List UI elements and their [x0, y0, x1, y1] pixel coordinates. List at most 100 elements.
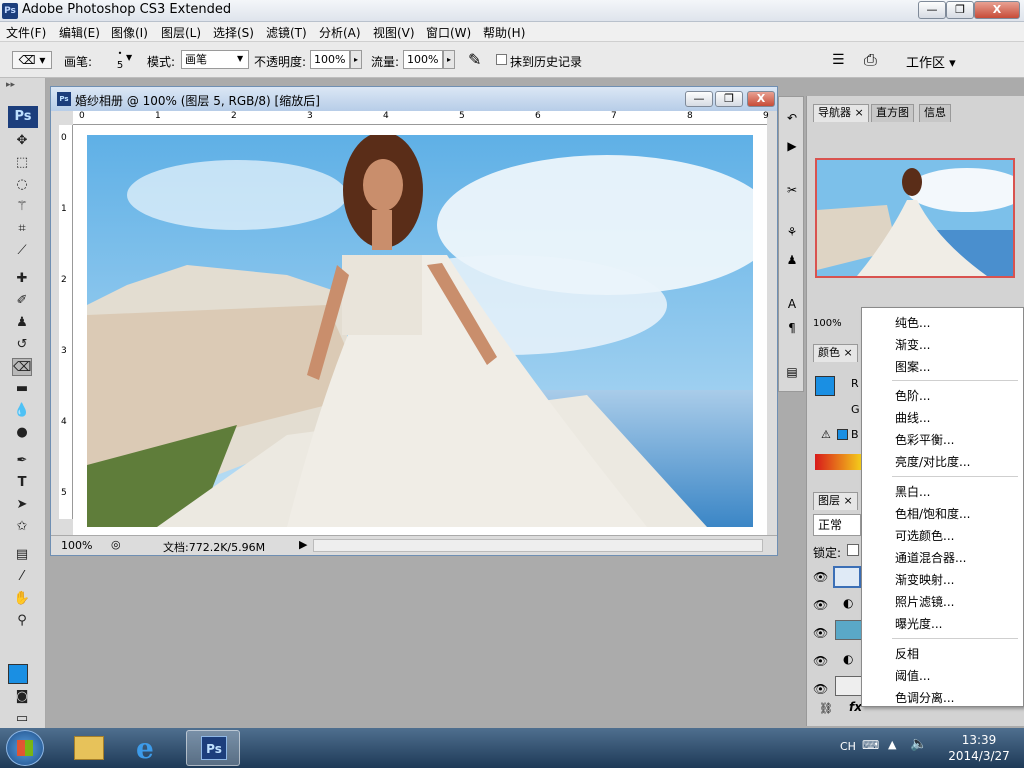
menu-item-hue-saturation[interactable]: 色相/饱和度...: [895, 505, 971, 522]
history-brush-icon[interactable]: ↺: [12, 336, 32, 354]
crop-tool-icon[interactable]: ⌗: [12, 220, 32, 238]
healing-brush-icon[interactable]: ✚: [12, 270, 32, 288]
notes-tool-icon[interactable]: ▤: [12, 546, 32, 564]
zoom-tool-icon[interactable]: ⚲: [12, 612, 32, 630]
menu-view[interactable]: 视图(V): [373, 24, 415, 41]
taskbar-ie[interactable]: e: [124, 730, 178, 766]
slice-tool-icon[interactable]: ⟋: [12, 242, 32, 260]
gamut-warning-icon[interactable]: ⚠: [821, 428, 831, 441]
status-menu-arrow-icon[interactable]: ▶: [299, 538, 307, 551]
flow-slider-button[interactable]: ▸: [443, 50, 455, 69]
layer-visibility-icon[interactable]: 👁: [813, 682, 828, 696]
menu-item-channel-mixer[interactable]: 通道混合器...: [895, 549, 966, 566]
foreground-color-swatch[interactable]: [8, 664, 28, 684]
screen-mode-icon[interactable]: ▭: [12, 710, 32, 728]
menu-window[interactable]: 窗口(W): [426, 24, 471, 41]
menu-select[interactable]: 选择(S): [213, 24, 254, 41]
menu-item-threshold[interactable]: 阈值...: [895, 667, 930, 684]
system-clock[interactable]: 13:39 2014/3/27: [944, 732, 1014, 764]
menu-item-black-white[interactable]: 黑白...: [895, 483, 930, 500]
clone-source-icon[interactable]: ♟: [783, 251, 801, 269]
doc-minimize-button[interactable]: —: [685, 91, 713, 107]
web-color-swatch[interactable]: [837, 429, 848, 440]
menu-image[interactable]: 图像(I): [111, 24, 148, 41]
layer-thumbnail-active[interactable]: [833, 566, 861, 588]
history-panel-icon[interactable]: ↶: [783, 109, 801, 127]
menu-analysis[interactable]: 分析(A): [319, 24, 361, 41]
layer-visibility-icon[interactable]: 👁: [813, 654, 828, 668]
history-checkbox[interactable]: [496, 54, 507, 65]
type-tool-icon[interactable]: T: [12, 474, 32, 492]
character-panel-icon[interactable]: A: [783, 295, 801, 313]
doc-restore-button[interactable]: ❐: [715, 91, 743, 107]
tab-histogram[interactable]: 直方图: [871, 104, 914, 122]
layer-comps-icon[interactable]: ▤: [783, 363, 801, 381]
menu-filter[interactable]: 滤镜(T): [266, 24, 307, 41]
layer-visibility-icon[interactable]: 👁: [813, 598, 828, 612]
eraser-preset-icon[interactable]: ⌫ ▾: [12, 51, 52, 69]
menu-item-selective-color[interactable]: 可选颜色...: [895, 527, 954, 544]
brush-tool-icon[interactable]: ✐: [12, 292, 32, 310]
shape-tool-icon[interactable]: ✩: [12, 518, 32, 536]
airbrush-icon[interactable]: ✎: [468, 50, 481, 69]
workspace-menu[interactable]: 工作区 ▾: [906, 52, 956, 71]
taskbar-explorer[interactable]: [62, 730, 116, 766]
close-button[interactable]: X: [974, 1, 1020, 19]
start-button[interactable]: [6, 730, 44, 766]
menu-item-exposure[interactable]: 曝光度...: [895, 615, 942, 632]
link-layers-icon[interactable]: ⛓: [819, 702, 833, 715]
taskbar-photoshop[interactable]: Ps: [186, 730, 240, 766]
menu-item-brightness-contrast[interactable]: 亮度/对比度...: [895, 453, 971, 470]
status-options-icon[interactable]: ◎: [111, 538, 121, 551]
layer-visibility-icon[interactable]: 👁: [813, 626, 828, 640]
quick-mask-icon[interactable]: ◙: [12, 688, 32, 706]
navigator-preview[interactable]: [815, 158, 1015, 278]
menu-item-solid-color[interactable]: 纯色...: [895, 314, 930, 331]
lasso-tool-icon[interactable]: ◌: [12, 176, 32, 194]
adjustment-layer-icon[interactable]: ◐: [843, 596, 853, 610]
image-canvas[interactable]: [87, 135, 753, 527]
menu-item-gradient[interactable]: 渐变...: [895, 336, 930, 353]
adjustment-layer-icon[interactable]: ◐: [843, 652, 853, 666]
opacity-slider-button[interactable]: ▸: [350, 50, 362, 69]
path-select-icon[interactable]: ➤: [12, 496, 32, 514]
tab-info[interactable]: 信息: [919, 104, 951, 122]
brush-dropdown-icon[interactable]: ▼: [126, 53, 132, 62]
opacity-input[interactable]: 100%: [310, 50, 350, 69]
brushes-panel-icon[interactable]: ⚘: [783, 223, 801, 241]
menu-item-levels[interactable]: 色阶...: [895, 387, 930, 404]
blend-mode-select[interactable]: 正常: [813, 514, 861, 536]
actions-panel-icon[interactable]: ▶: [783, 137, 801, 155]
menu-item-pattern[interactable]: 图案...: [895, 358, 930, 375]
magic-wand-icon[interactable]: ⚚: [12, 198, 32, 216]
menu-edit[interactable]: 编辑(E): [59, 24, 100, 41]
menu-file[interactable]: 文件(F): [6, 24, 46, 41]
keyboard-icon[interactable]: ⌨: [862, 738, 879, 752]
minimize-button[interactable]: —: [918, 1, 946, 19]
menu-item-posterize[interactable]: 色调分离...: [895, 689, 954, 706]
panel-fg-swatch[interactable]: [815, 376, 835, 396]
marquee-tool-icon[interactable]: ⬚: [12, 154, 32, 172]
horizontal-scrollbar[interactable]: [313, 539, 763, 552]
tab-layers[interactable]: 图层 ×: [813, 492, 858, 510]
restore-button[interactable]: ❐: [946, 1, 974, 19]
toolbox-collapse-icon[interactable]: ▸▸: [6, 80, 15, 90]
tray-arrow-icon[interactable]: ▲: [888, 738, 896, 751]
layer-thumbnail[interactable]: [835, 620, 863, 640]
volume-icon[interactable]: 🔈: [910, 736, 927, 752]
lock-transparency-icon[interactable]: [847, 544, 859, 556]
paragraph-panel-icon[interactable]: ¶: [783, 319, 801, 337]
flow-input[interactable]: 100%: [403, 50, 443, 69]
tab-navigator[interactable]: 导航器 ×: [813, 104, 869, 122]
hand-tool-icon[interactable]: ✋: [12, 590, 32, 608]
doc-close-button[interactable]: X: [747, 91, 775, 107]
dodge-tool-icon[interactable]: ●: [12, 424, 32, 442]
palette-icon[interactable]: ☰: [832, 52, 845, 68]
menu-help[interactable]: 帮助(H): [483, 24, 525, 41]
menu-item-invert[interactable]: 反相: [895, 645, 919, 662]
blur-tool-icon[interactable]: 💧: [12, 402, 32, 420]
tool-presets-icon[interactable]: ✂: [783, 181, 801, 199]
menu-item-gradient-map[interactable]: 渐变映射...: [895, 571, 954, 588]
layer-visibility-icon[interactable]: 👁: [813, 570, 828, 584]
menu-item-color-balance[interactable]: 色彩平衡...: [895, 431, 954, 448]
